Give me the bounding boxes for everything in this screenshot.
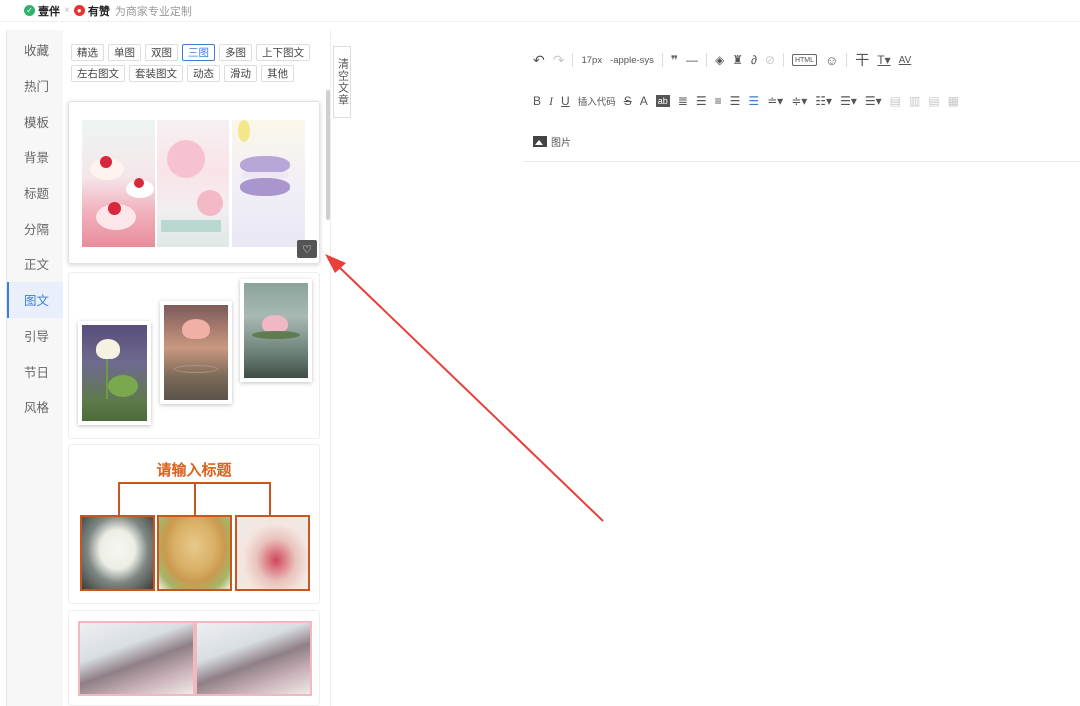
- annotation-arrow: [325, 254, 604, 522]
- arrow-shaft: [336, 264, 604, 522]
